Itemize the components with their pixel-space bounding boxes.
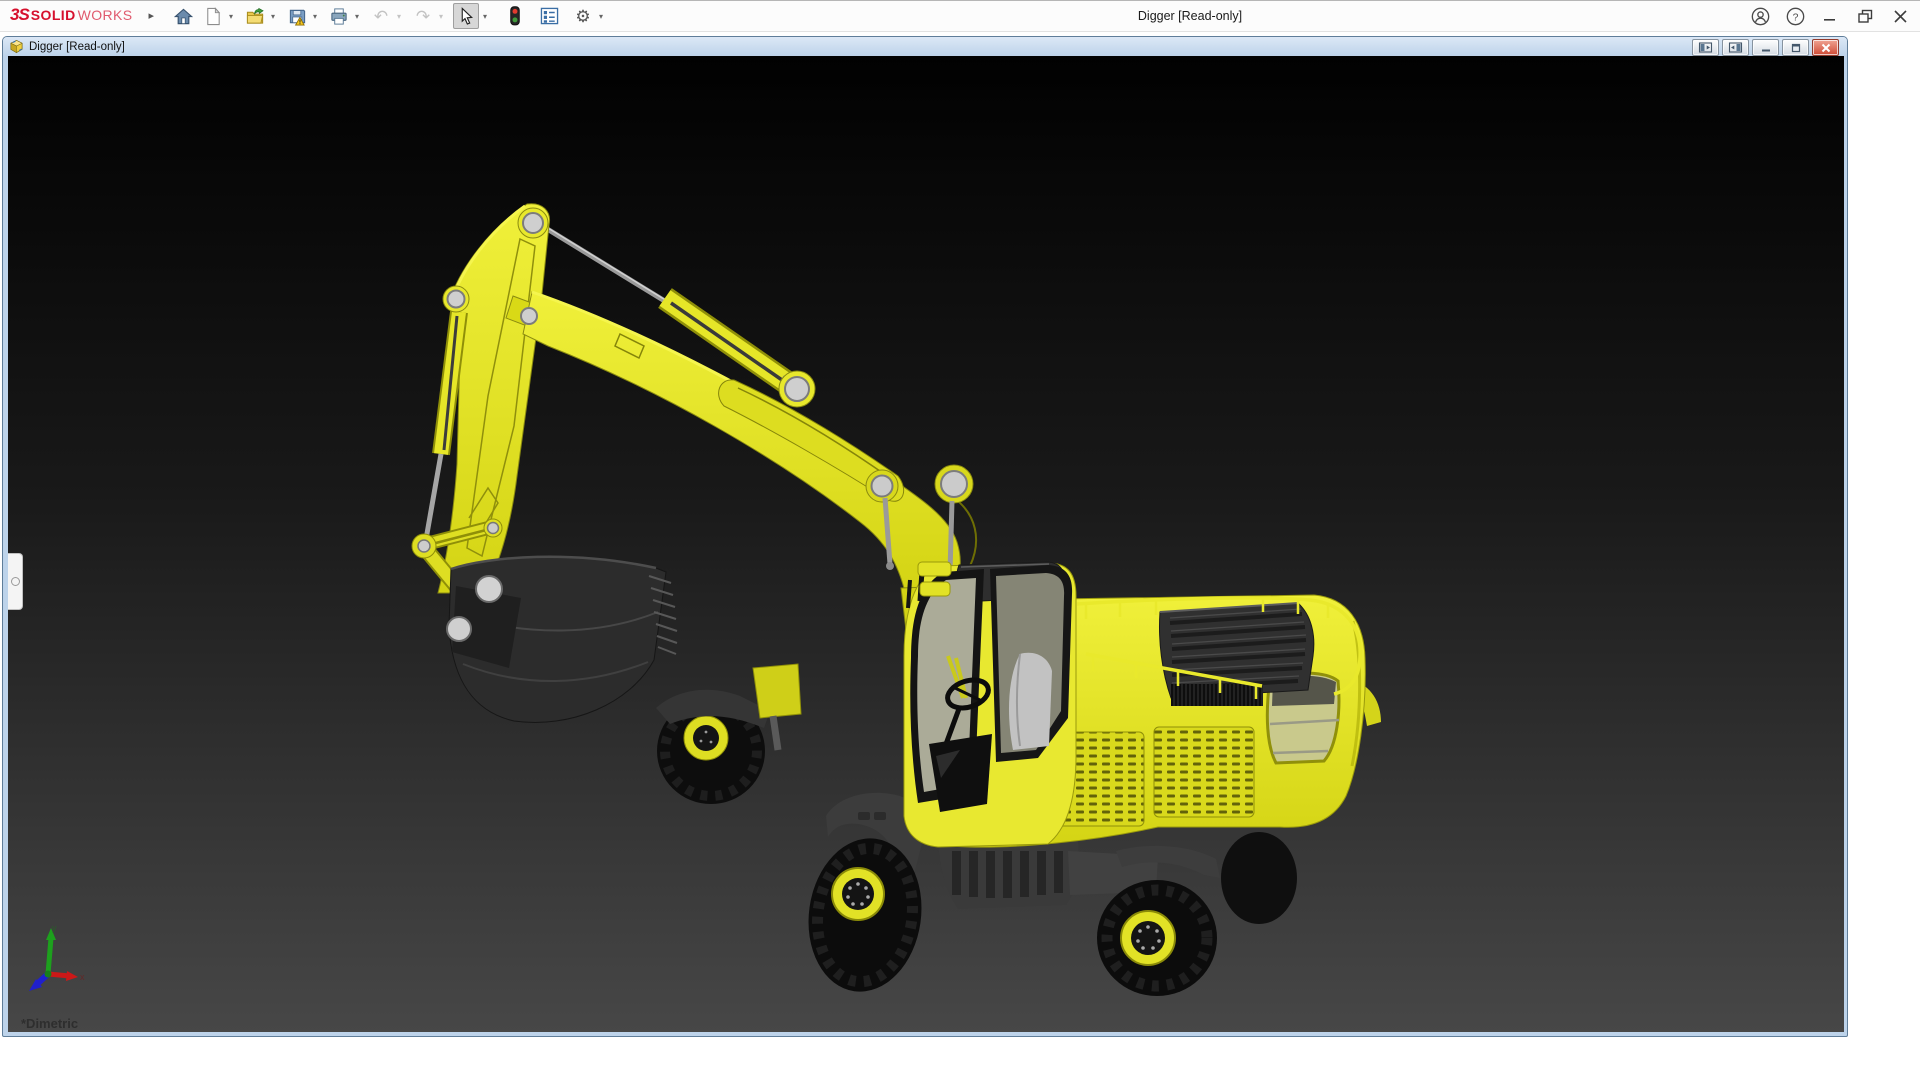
doc-close-button[interactable] [1812,39,1839,56]
boom-arm-assembly[interactable] [412,204,976,599]
save-icon [288,7,307,26]
svg-text:x: x [80,972,85,982]
rebuild-traffic-light-icon [509,6,521,26]
part-file-icon [9,39,24,54]
close-button[interactable] [1890,6,1910,26]
document-titlebar[interactable]: Digger [Read-only] [3,37,1847,56]
wheel-rear-near[interactable] [1097,880,1217,996]
pane-right-icon [1728,42,1743,53]
print-button[interactable] [327,4,351,28]
cab-door-lower [929,734,992,812]
new-document-dropdown[interactable]: ▾ [226,12,236,21]
open-folder-icon [245,7,266,26]
settings-dropdown[interactable]: ▾ [596,12,606,21]
settings-gear-icon: ⚙ [575,8,590,25]
home-icon [174,7,193,26]
doc-restore-icon [1790,43,1802,53]
restore-icon [1857,8,1874,25]
logo-expand-arrow-icon[interactable]: ▸ [148,9,154,22]
task-pane-icon [540,7,559,25]
print-dropdown[interactable]: ▾ [352,12,362,21]
help-button[interactable]: ? [1785,6,1805,26]
help-icon: ? [1786,7,1805,26]
close-icon [1892,8,1909,25]
logo-mark: 3S [10,5,29,25]
bucket[interactable] [447,557,677,723]
save-dropdown[interactable]: ▾ [310,12,320,21]
home-button[interactable] [171,4,195,28]
doc-restore-button[interactable] [1782,39,1809,56]
app-window-title: Digger [Read-only] [1138,9,1242,23]
minimize-button[interactable] [1820,6,1840,26]
open-button[interactable] [243,4,267,28]
doc-minimize-icon [1760,43,1772,53]
feature-pane-flyout-tab[interactable] [8,553,23,610]
redo-dropdown[interactable]: ▾ [436,12,446,21]
svg-text:?: ? [1792,12,1798,23]
solidworks-logo: 3S SOLID WORKS ▸ [10,5,154,25]
new-document-icon [204,7,222,26]
pane-left-button[interactable] [1692,39,1719,56]
side-grille-rear [1154,727,1254,817]
account-icon [1751,7,1770,26]
wheel-rear-far[interactable] [1221,832,1297,924]
task-pane-button[interactable] [537,4,561,28]
svg-text:y: y [52,923,57,933]
logo-solid: SOLID [31,7,76,23]
document-window: Digger [Read-only] [2,36,1848,1037]
account-button[interactable] [1750,6,1770,26]
open-dropdown[interactable]: ▾ [268,12,278,21]
doc-minimize-button[interactable] [1752,39,1779,56]
solidworks-app: 3S SOLID WORKS ▸ ▾ ▾ [0,0,1920,1078]
settings-button[interactable]: ⚙ [571,4,595,28]
engine-cover[interactable] [1159,603,1313,698]
app-window-controls: ? [1750,1,1910,31]
redo-button[interactable]: ↷ [411,4,435,28]
undo-dropdown[interactable]: ▾ [394,12,404,21]
new-document-button[interactable] [201,4,225,28]
cab[interactable] [904,562,1076,847]
logo-works: WORKS [78,7,133,23]
quick-toolbar: ▾ ▾ ▾ [165,1,607,31]
undo-icon: ↶ [374,8,388,25]
rear-vent-grille [1171,684,1263,706]
rebuild-button[interactable] [503,4,527,28]
orientation-triad[interactable]: x y [29,923,85,991]
app-titlebar: 3S SOLID WORKS ▸ ▾ ▾ [0,0,1920,32]
pane-left-icon [1698,42,1713,53]
restore-button[interactable] [1855,6,1875,26]
print-icon [329,7,349,26]
select-dropdown[interactable]: ▾ [480,12,490,21]
view-orientation-label: *Dimetric [21,1016,78,1031]
document-title: Digger [Read-only] [29,41,125,53]
doc-close-icon [1820,43,1832,53]
document-window-controls [1692,39,1839,56]
save-button[interactable] [285,4,309,28]
select-cursor-icon [458,7,475,25]
flyout-handle-icon [11,577,20,586]
minimize-icon [1822,8,1838,24]
3d-model-scene[interactable]: x y *Dimetric [8,56,1844,1032]
pane-right-button[interactable] [1722,39,1749,56]
redo-icon: ↷ [416,8,430,25]
graphics-viewport[interactable]: x y *Dimetric [8,56,1844,1032]
select-tool-button[interactable] [453,3,479,29]
undo-button[interactable]: ↶ [369,4,393,28]
